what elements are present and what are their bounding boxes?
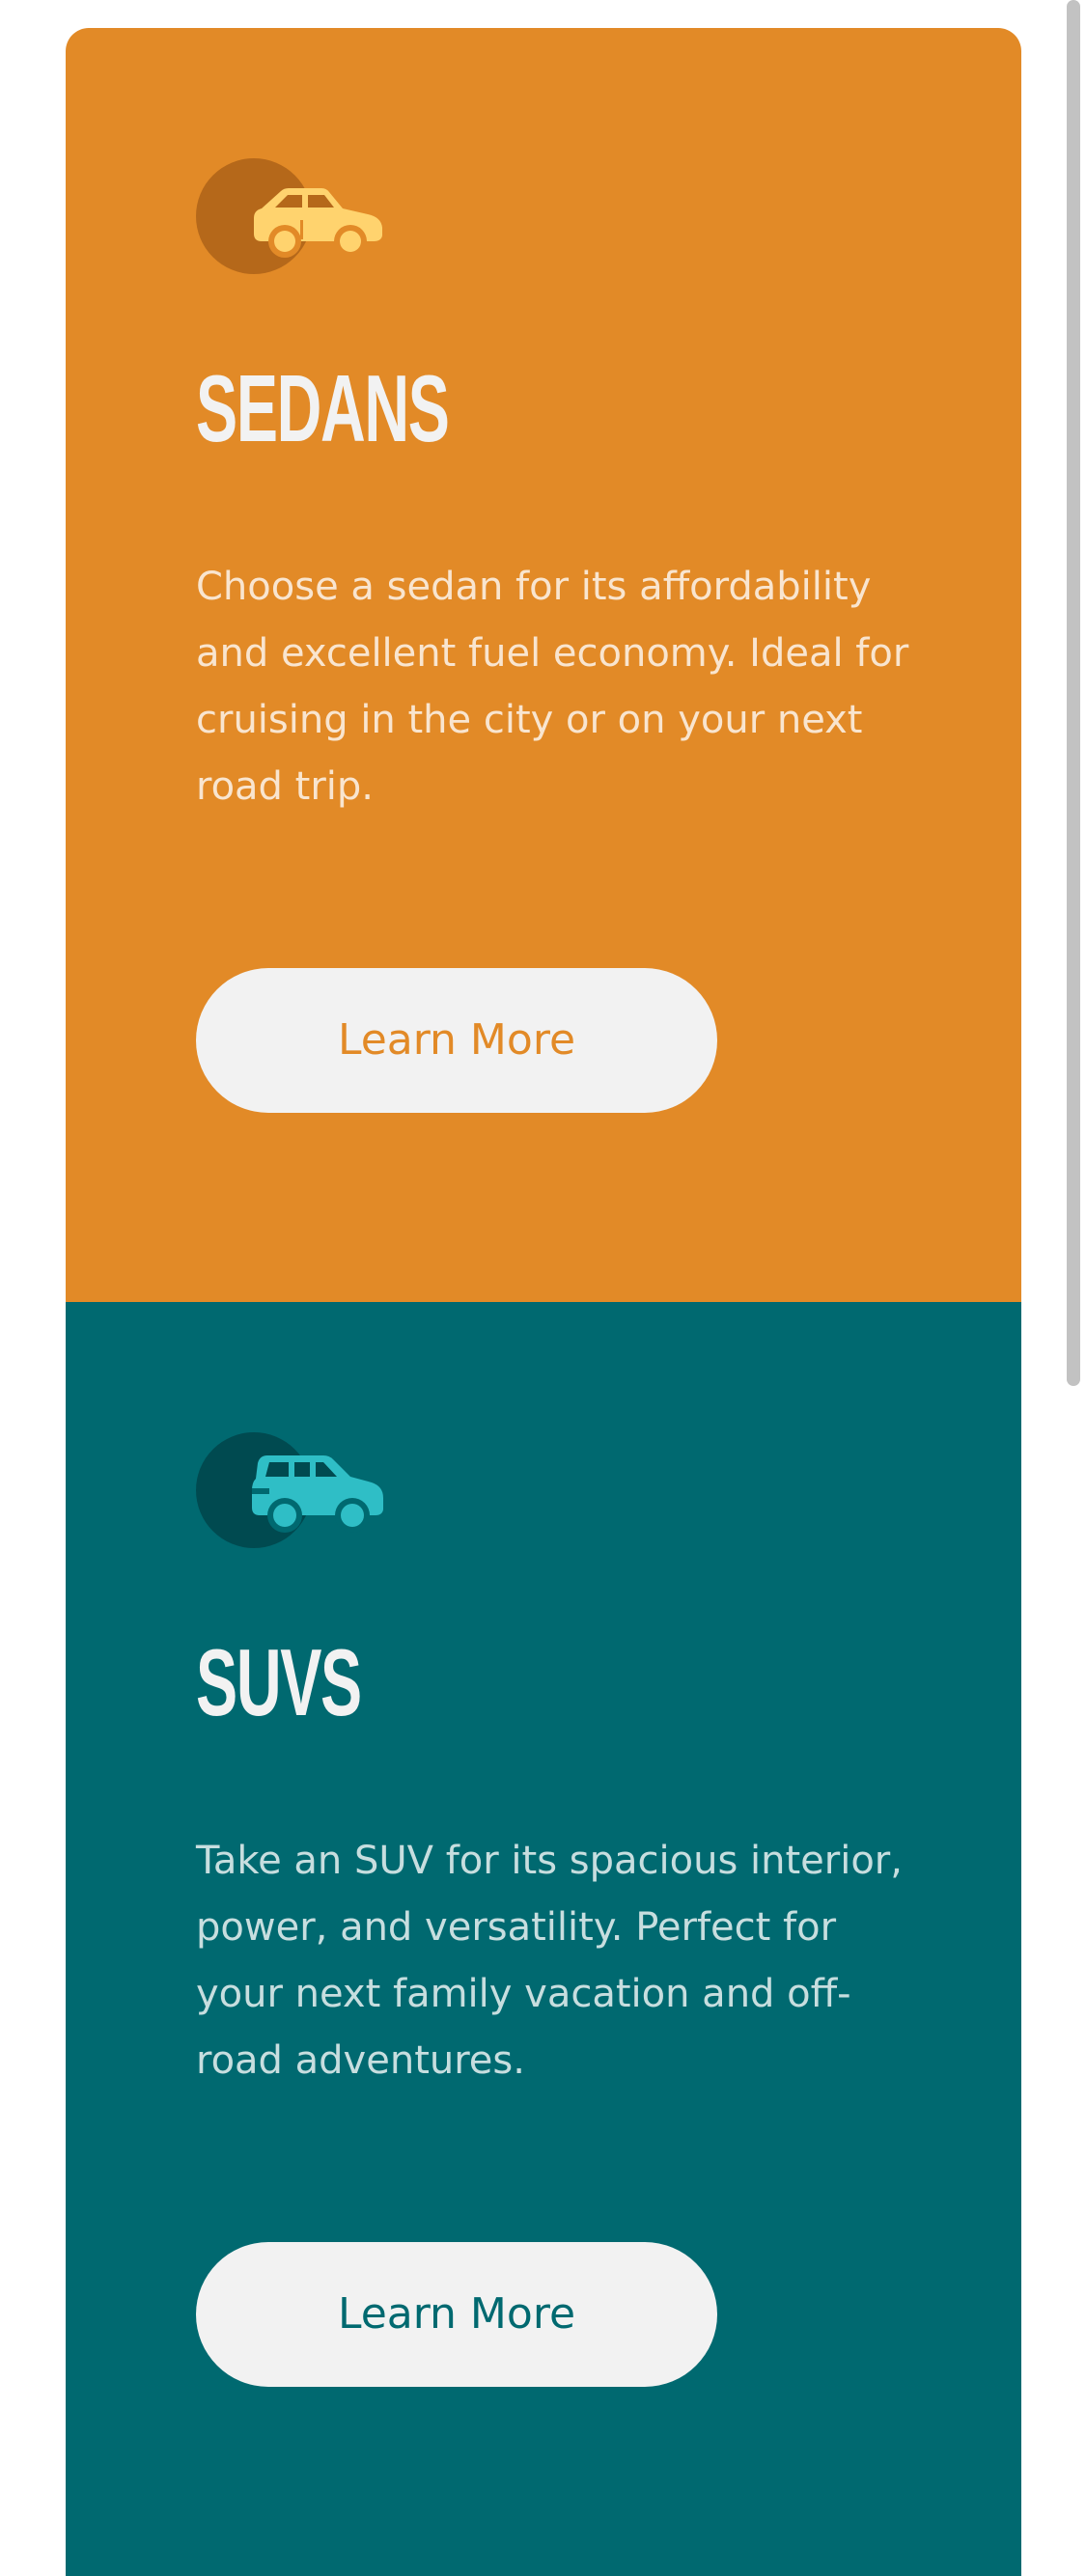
- sedans-description: Choose a sedan for its affordability and…: [196, 565, 909, 809]
- sedans-learn-more-button[interactable]: Learn More: [196, 968, 717, 1113]
- scrollbar-thumb[interactable]: [1067, 0, 1080, 1386]
- sedans-card: SEDANS Choose a sedan for its affordabil…: [66, 28, 1021, 1302]
- car-category-cards: SEDANS Choose a sedan for its affordabil…: [66, 28, 1021, 2576]
- suvs-title: SUVS: [196, 1629, 362, 1735]
- sedan-car-icon: [196, 158, 389, 274]
- suvs-card: SUVS Take an SUV for its spacious interi…: [66, 1302, 1021, 2576]
- sedans-title: SEDANS: [196, 355, 450, 461]
- suvs-description: Take an SUV for its spacious interior, p…: [196, 1839, 903, 2083]
- suv-car-icon: [196, 1432, 389, 1548]
- page-scrollbar[interactable]: [1061, 0, 1086, 2351]
- suvs-learn-more-button[interactable]: Learn More: [196, 2242, 717, 2387]
